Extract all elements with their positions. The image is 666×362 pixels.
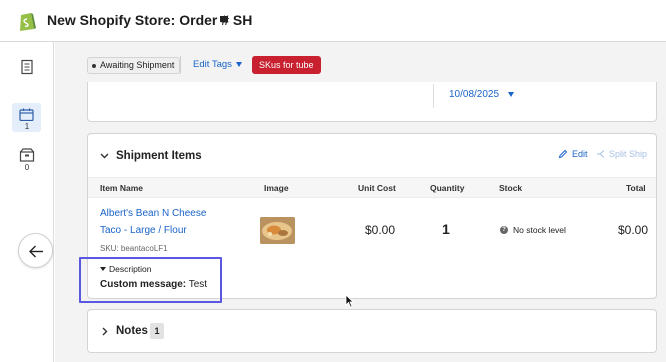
edit-tags-button[interactable]: Edit Tags <box>193 59 242 70</box>
status-tag-label: Awaiting Shipment <box>100 60 175 70</box>
back-button[interactable] <box>18 233 53 268</box>
sku-tag[interactable]: SKus for tube <box>252 56 321 74</box>
edit-shipment-button[interactable]: Edit <box>558 149 588 159</box>
document-icon[interactable] <box>19 59 35 75</box>
caret-down-icon <box>508 92 515 97</box>
column-header-total: Total <box>626 183 646 193</box>
title-marker <box>220 16 228 22</box>
left-rail: 1 0 <box>0 42 54 362</box>
column-header-quantity: Quantity <box>430 183 465 193</box>
item-stock: No stock level <box>513 225 566 235</box>
pencil-icon <box>558 149 568 159</box>
caret-down-icon <box>235 62 242 67</box>
ship-date-value: 10/08/2025 <box>449 89 500 100</box>
status-dot-icon <box>92 63 96 68</box>
item-name-link-line2[interactable]: Taco - Large / Flour <box>100 225 187 236</box>
item-sku: SKU: beantacoLF1 <box>100 244 168 253</box>
rail-count-package: 0 <box>24 163 30 172</box>
edit-label: Edit <box>572 149 588 159</box>
column-header-image: Image <box>264 183 289 193</box>
rail-count-calendar: 1 <box>24 122 30 131</box>
edit-tags-label: Edit Tags <box>193 59 232 70</box>
highlight-annotation-box <box>79 257 222 303</box>
mouse-cursor-icon <box>345 294 354 308</box>
title-bar: New Shopify Store: Order # SH <box>0 0 666 42</box>
split-icon <box>597 150 605 158</box>
item-name-link-line1[interactable]: Albert's Bean N Cheese <box>100 208 206 219</box>
divider <box>180 56 181 74</box>
table-header: Item Name Image Unit Cost Quantity Stock… <box>88 177 656 198</box>
package-icon[interactable] <box>19 148 35 162</box>
column-header-item-name: Item Name <box>100 183 143 193</box>
item-thumbnail-image[interactable] <box>260 217 295 244</box>
item-total: $0.00 <box>618 223 649 237</box>
item-quantity: 1 <box>442 221 450 237</box>
arrow-left-icon <box>29 245 43 258</box>
column-header-stock: Stock <box>499 183 523 193</box>
notes-card[interactable]: Notes 1 <box>87 309 657 353</box>
notes-title: Notes <box>116 325 148 337</box>
calendar-icon[interactable] <box>19 108 34 121</box>
divider <box>433 84 434 108</box>
dates-card: 10/08/2025 <box>87 82 657 122</box>
chevron-down-icon[interactable] <box>100 153 109 159</box>
split-ship-label: Split Ship <box>609 149 648 159</box>
notes-count-badge: 1 <box>150 323 164 339</box>
main-content: Awaiting Shipment Edit Tags SKus for tub… <box>55 42 666 362</box>
status-tag: Awaiting Shipment <box>87 57 181 74</box>
column-header-unit-cost: Unit Cost <box>358 183 396 193</box>
shipment-items-title: Shipment Items <box>116 150 202 162</box>
item-unit-cost: $0.00 <box>365 223 396 237</box>
shopify-logo-icon <box>20 13 36 31</box>
info-icon: ? <box>500 226 508 234</box>
food-image-icon <box>260 217 295 244</box>
chevron-right-icon[interactable] <box>102 327 108 336</box>
split-ship-button[interactable]: Split Ship <box>596 149 647 159</box>
ship-date-select[interactable]: 10/08/2025 <box>449 89 515 100</box>
